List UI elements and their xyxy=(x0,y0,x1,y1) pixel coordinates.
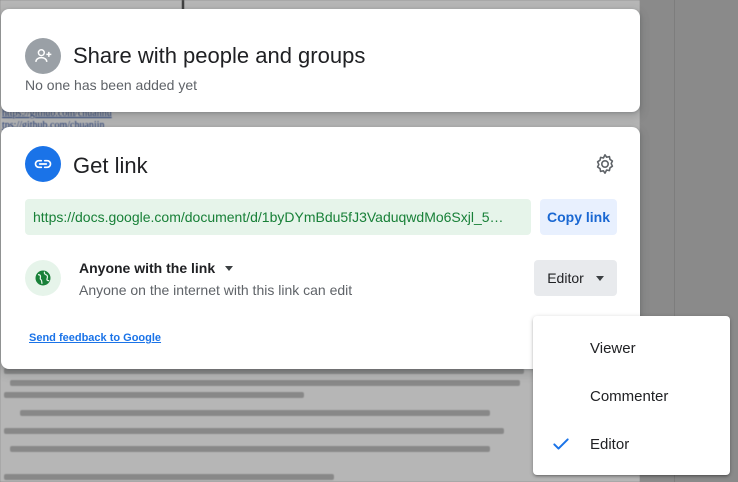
link-icon xyxy=(25,146,61,182)
general-access: Anyone with the link Anyone on the inter… xyxy=(79,260,352,298)
share-people-card: Share with people and groups No one has … xyxy=(1,9,640,112)
share-subtitle: No one has been added yet xyxy=(25,77,198,93)
send-feedback-link[interactable]: Send feedback to Google xyxy=(29,332,161,344)
access-description: Anyone on the internet with this link ca… xyxy=(79,282,353,298)
link-url-field[interactable]: https://docs.google.com/document/d/1byDY… xyxy=(25,199,531,235)
caret-down-icon xyxy=(595,275,604,281)
check-icon xyxy=(553,438,569,450)
globe-icon xyxy=(25,260,61,296)
menu-item-label: Commenter xyxy=(590,387,669,405)
access-label: Anyone with the link xyxy=(79,260,216,276)
menu-item-commenter[interactable]: Commenter xyxy=(533,372,730,420)
share-title: Share with people and groups xyxy=(73,43,366,68)
gear-icon[interactable] xyxy=(593,152,617,176)
access-dropdown[interactable]: Anyone with the link xyxy=(79,260,352,276)
menu-item-label: Editor xyxy=(590,435,630,453)
menu-item-viewer[interactable]: Viewer xyxy=(533,324,730,372)
role-menu: Viewer Commenter Editor xyxy=(533,316,730,475)
person-add-icon xyxy=(35,49,52,62)
role-label: Editor xyxy=(547,270,584,286)
link-icon xyxy=(34,159,52,169)
person-add-icon[interactable] xyxy=(25,38,61,74)
globe-icon xyxy=(35,270,51,286)
get-link-title: Get link xyxy=(73,153,148,178)
caret-down-icon xyxy=(225,265,234,271)
menu-item-editor[interactable]: Editor xyxy=(533,420,730,468)
link-url-text: https://docs.google.com/document/d/1byDY… xyxy=(33,209,504,225)
copy-link-button[interactable]: Copy link xyxy=(540,199,617,235)
role-dropdown-button[interactable]: Editor xyxy=(534,260,617,296)
menu-item-label: Viewer xyxy=(590,339,636,357)
